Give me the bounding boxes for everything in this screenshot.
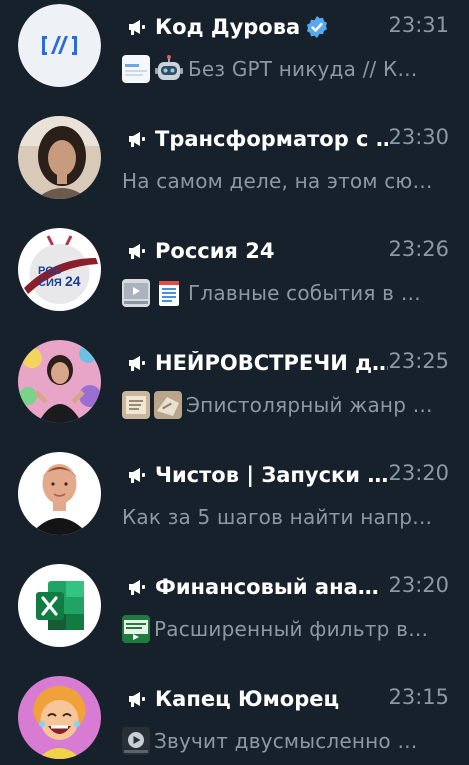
chat-time: 23:30 bbox=[388, 125, 449, 149]
chat-title: Код Дурова bbox=[155, 15, 301, 39]
avatar bbox=[18, 452, 101, 535]
woman-portrait-icon bbox=[18, 116, 101, 199]
chat-row-neirovstrechi[interactable]: НЕЙРОВСТРЕЧИ д… 23:25 Эпистолярный жанр … bbox=[0, 340, 469, 452]
chat-row-chistov[interactable]: Чистов | Запуски … 23:20 Как за 5 шагов … bbox=[0, 452, 469, 564]
avatar bbox=[18, 116, 101, 199]
man-portrait-icon bbox=[18, 452, 101, 535]
chat-preview: Расширенный фильтр в… bbox=[154, 617, 429, 641]
russia-24-logo-icon: РОС СИЯ 24 bbox=[18, 228, 101, 311]
video-thumbnail bbox=[122, 279, 150, 307]
svg-text:СИЯ: СИЯ bbox=[38, 277, 62, 289]
chat-time: 23:25 bbox=[388, 349, 449, 373]
channel-megaphone-icon bbox=[129, 356, 145, 371]
chat-time: 23:15 bbox=[388, 685, 449, 709]
channel-megaphone-icon bbox=[129, 132, 145, 147]
svg-text:РОС: РОС bbox=[38, 265, 62, 277]
channel-megaphone-icon bbox=[129, 20, 145, 35]
chat-preview: Без GPT никуда // К… bbox=[188, 57, 418, 81]
avatar bbox=[18, 676, 101, 759]
channel-megaphone-icon bbox=[129, 692, 145, 707]
chat-time: 23:31 bbox=[388, 13, 449, 37]
chat-row-finansovyi-analitik[interactable]: Финансовый ана… 23:20 Расширенный фильтр… bbox=[0, 564, 469, 676]
chat-preview: На самом деле, на этом сю… bbox=[122, 169, 433, 193]
chat-title: Россия 24 bbox=[155, 239, 275, 263]
kod-durova-logo-icon bbox=[18, 4, 101, 87]
chat-title: Чистов | Запуски … bbox=[155, 463, 388, 487]
chat-title: НЕЙРОВСТРЕЧИ д… bbox=[155, 351, 388, 375]
chat-preview: Главные события в … bbox=[188, 281, 421, 305]
chat-preview: Эпистолярный жанр … bbox=[186, 393, 433, 417]
avatar: РОС СИЯ 24 bbox=[18, 228, 101, 311]
chat-title: Финансовый ана… bbox=[155, 575, 379, 599]
chat-preview: Звучит двусмысленно … bbox=[154, 729, 418, 753]
avatar bbox=[18, 564, 101, 647]
chat-time: 23:26 bbox=[388, 237, 449, 261]
avatar bbox=[18, 340, 101, 423]
chat-time: 23:20 bbox=[388, 573, 449, 597]
avatar bbox=[18, 4, 101, 87]
video-thumbnail bbox=[122, 727, 150, 755]
cartoon-laughing-woman-icon bbox=[18, 676, 101, 759]
chat-time: 23:20 bbox=[388, 461, 449, 485]
chat-preview: Как за 5 шагов найти напр… bbox=[122, 505, 433, 529]
chat-row-kapets-yumorets[interactable]: Капец Юморец 23:15 Звучит двусмысленно … bbox=[0, 676, 469, 765]
woman-portrait-icon bbox=[18, 340, 101, 423]
article-thumbnail bbox=[122, 55, 150, 83]
channel-megaphone-icon bbox=[129, 468, 145, 483]
chat-row-rossiya-24[interactable]: РОС СИЯ 24 Россия 24 23:26 Главные событ… bbox=[0, 228, 469, 340]
robot-icon bbox=[155, 55, 183, 80]
chat-title: Капец Юморец bbox=[155, 687, 340, 711]
channel-megaphone-icon bbox=[129, 244, 145, 259]
memo-icon bbox=[159, 281, 179, 306]
chat-row-kod-durova[interactable]: Код Дурова 23:31 Без GPT никуда // К… bbox=[0, 4, 469, 116]
photo-thumbnail bbox=[154, 391, 182, 419]
chat-title: Трансформатор с … bbox=[155, 127, 388, 151]
svg-text:24: 24 bbox=[65, 273, 81, 289]
chat-row-transformator[interactable]: Трансформатор с … 23:30 На самом деле, н… bbox=[0, 116, 469, 228]
chat-list: Код Дурова 23:31 Без GPT никуда // К… Тр… bbox=[0, 0, 469, 765]
photo-thumbnail bbox=[122, 391, 150, 419]
excel-logo-icon bbox=[18, 564, 101, 647]
video-thumbnail bbox=[122, 615, 150, 643]
verified-badge-icon bbox=[307, 16, 328, 38]
channel-megaphone-icon bbox=[129, 580, 145, 595]
